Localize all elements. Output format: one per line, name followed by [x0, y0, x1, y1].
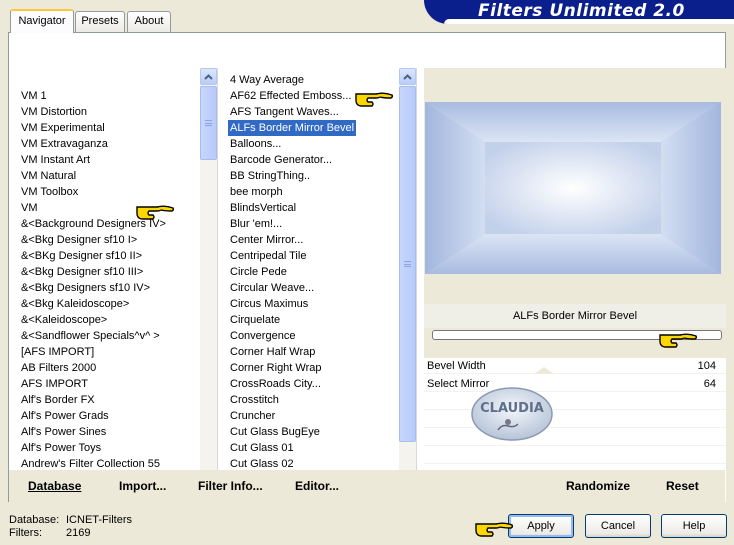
- filter-item[interactable]: Centripedal Tile: [228, 248, 308, 264]
- filter-item[interactable]: Corner Half Wrap: [228, 344, 317, 360]
- filter-item[interactable]: Circus Maximus: [228, 296, 310, 312]
- filter-item[interactable]: Corner Right Wrap: [228, 360, 324, 376]
- category-item[interactable]: [AFS IMPORT]: [19, 344, 96, 360]
- filter-item[interactable]: Cruncher: [228, 408, 277, 424]
- filter-item[interactable]: Cirquelate: [228, 312, 282, 328]
- database-value: ICNET-Filters: [66, 514, 132, 526]
- category-scrollbar[interactable]: [200, 68, 217, 502]
- filter-item[interactable]: Circular Weave...: [228, 280, 316, 296]
- scroll-up-button[interactable]: [399, 68, 416, 85]
- filter-item[interactable]: Cut Glass BugEye: [228, 424, 322, 440]
- category-item[interactable]: &<BKg Designer sf10 II>: [19, 248, 144, 264]
- apply-button[interactable]: Apply: [508, 514, 574, 538]
- chevron-up-icon: [204, 73, 213, 80]
- database-label: Database:: [9, 514, 60, 526]
- grip-icon: [404, 261, 411, 267]
- editor-button[interactable]: Editor...: [295, 479, 339, 493]
- category-item[interactable]: VM Instant Art: [19, 152, 92, 168]
- slider-marker-icon: [534, 367, 554, 374]
- tab-about[interactable]: About: [127, 11, 171, 32]
- category-item[interactable]: &<Bkg Designers sf10 IV>: [19, 280, 152, 296]
- filter-item[interactable]: bee morph: [228, 184, 285, 200]
- filter-item[interactable]: Convergence: [228, 328, 297, 344]
- category-item[interactable]: VM: [19, 200, 40, 216]
- database-button[interactable]: Database: [28, 479, 81, 493]
- pointing-hand-icon: [659, 333, 698, 348]
- filter-item[interactable]: Blur 'em!...: [228, 216, 284, 232]
- category-item[interactable]: &<Sandflower Specials^v^ >: [19, 328, 162, 344]
- category-list[interactable]: VM 1 VM Distortion VM Experimental VM Extra…: [9, 68, 218, 502]
- param-label: Bevel Width: [427, 360, 486, 372]
- empty-param-row: [424, 448, 726, 464]
- filter-item[interactable]: Barcode Generator...: [228, 152, 334, 168]
- watermark-text: CLAUDIA: [480, 401, 544, 416]
- category-item[interactable]: AB Filters 2000: [19, 360, 98, 376]
- selected-filter-name: ALFs Border Mirror Bevel: [424, 304, 726, 328]
- filter-item[interactable]: Crosstitch: [228, 392, 281, 408]
- filter-item[interactable]: CrossRoads City...: [228, 376, 323, 392]
- pointing-hand-icon: [475, 522, 514, 537]
- randomize-button[interactable]: Randomize: [566, 479, 630, 493]
- category-item[interactable]: VM 1: [19, 88, 49, 104]
- category-item[interactable]: AFS IMPORT: [19, 376, 90, 392]
- tab-presets[interactable]: Presets: [75, 11, 125, 32]
- filter-item[interactable]: BlindsVertical: [228, 200, 298, 216]
- category-item[interactable]: Alf's Power Toys: [19, 440, 103, 456]
- category-item[interactable]: &<Bkg Designer sf10 I>: [19, 232, 139, 248]
- filter-item[interactable]: AFS Tangent Waves...: [228, 104, 341, 120]
- scroll-up-button[interactable]: [200, 68, 217, 85]
- category-item[interactable]: &<Kaleidoscope>: [19, 312, 109, 328]
- category-item[interactable]: VM Natural: [19, 168, 78, 184]
- filter-item[interactable]: Cut Glass 01: [228, 440, 296, 456]
- filter-item[interactable]: Balloons...: [228, 136, 283, 152]
- app-title: Filters Unlimited 2.0: [478, 1, 685, 21]
- import-button[interactable]: Import...: [119, 479, 166, 493]
- preview-area: ALFs Border Mirror Bevel Bevel Width 104…: [424, 68, 726, 502]
- scroll-thumb[interactable]: [200, 86, 217, 160]
- action-bar: Database Import... Filter Info... Editor…: [9, 470, 725, 502]
- scroll-thumb[interactable]: [399, 86, 416, 442]
- filter-item[interactable]: Center Mirror...: [228, 232, 305, 248]
- filter-scrollbar[interactable]: [399, 68, 416, 502]
- title-banner: Filters Unlimited 2.0: [424, 0, 734, 24]
- filter-item[interactable]: Circle Pede: [228, 264, 289, 280]
- pointing-hand-icon: [355, 92, 394, 107]
- category-item[interactable]: VM Toolbox: [19, 184, 80, 200]
- category-item[interactable]: VM Extravaganza: [19, 136, 110, 152]
- filter-list[interactable]: 4 Way Average AF62 Effected Emboss... AFS …: [226, 68, 417, 502]
- chevron-up-icon: [403, 73, 412, 80]
- filters-value: 2169: [66, 527, 91, 539]
- category-item[interactable]: Alf's Border FX: [19, 392, 97, 408]
- help-button[interactable]: Help: [661, 514, 727, 538]
- param-row-bevel-width[interactable]: Bevel Width 104: [424, 358, 726, 374]
- watermark-logo: CLAUDIA: [471, 387, 553, 441]
- cancel-button[interactable]: Cancel: [585, 514, 651, 538]
- reset-button[interactable]: Reset: [666, 479, 699, 493]
- filter-item[interactable]: AF62 Effected Emboss...: [228, 88, 353, 104]
- category-item[interactable]: VM Distortion: [19, 104, 89, 120]
- category-item[interactable]: VM Experimental: [19, 120, 107, 136]
- tab-navigator[interactable]: Navigator: [10, 9, 74, 33]
- filter-item[interactable]: BB StringThing..: [228, 168, 312, 184]
- category-item[interactable]: Alf's Power Sines: [19, 424, 108, 440]
- filter-item[interactable]: 4 Way Average: [228, 72, 306, 88]
- param-value: 104: [697, 360, 716, 372]
- filter-item[interactable]: ALFs Border Mirror Bevel: [228, 120, 357, 136]
- pointing-hand-icon: [136, 205, 175, 220]
- category-item[interactable]: Alf's Power Grads: [19, 408, 111, 424]
- category-item[interactable]: &<Bkg Kaleidoscope>: [19, 296, 131, 312]
- grip-icon: [205, 120, 212, 126]
- filter-info-button[interactable]: Filter Info...: [198, 479, 263, 493]
- category-item[interactable]: &<Bkg Designer sf10 III>: [19, 264, 145, 280]
- param-value: 64: [703, 378, 716, 390]
- preview-image: [425, 102, 721, 274]
- filters-label: Filters:: [9, 527, 42, 539]
- database-button-label: Database: [28, 479, 82, 493]
